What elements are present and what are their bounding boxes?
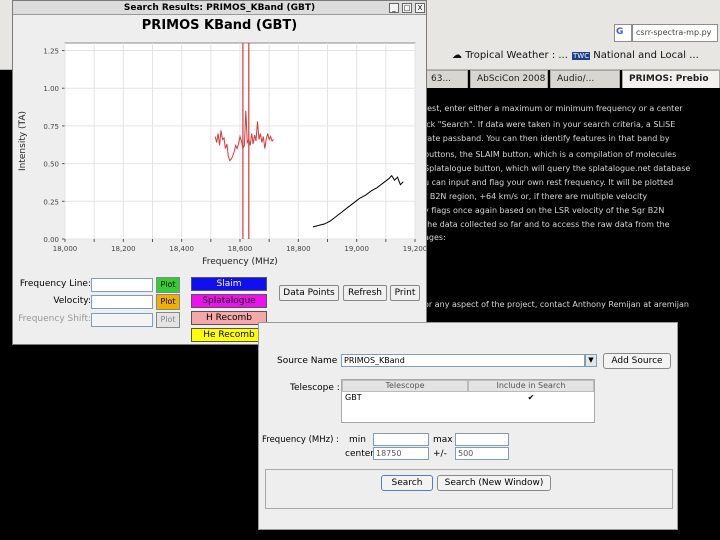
doc-text-line: rest, enter either a maximum or minimum … xyxy=(424,104,683,113)
plus-minus-label: +/- xyxy=(433,449,447,459)
frequency-label: Frequency (MHz) : xyxy=(262,435,339,445)
range-input[interactable]: 500 xyxy=(455,447,509,460)
doc-text-line: ages: xyxy=(424,233,446,242)
x-tick-label: 19,200 xyxy=(403,245,426,253)
max-label: max xyxy=(433,435,453,445)
table-cell-telescope[interactable]: GBT xyxy=(342,392,468,404)
x-tick-label: 18,200 xyxy=(111,245,136,253)
data-points-button[interactable]: Data Points xyxy=(279,285,339,301)
velocity-input[interactable] xyxy=(91,295,153,309)
doc-text-line: ick "Search". If data were taken in your… xyxy=(424,120,676,129)
x-axis-label: Frequency (MHz) xyxy=(202,257,278,267)
min-label: min xyxy=(349,435,366,445)
center-frequency-input[interactable]: 18750 xyxy=(373,447,429,460)
search-engine-icon[interactable]: G xyxy=(614,24,632,42)
y-tick-label: 0.75 xyxy=(43,123,59,131)
doc-text-line: rate passband. You can then identify fea… xyxy=(424,134,670,143)
browser-tab-primos[interactable]: PRIMOS: Prebio xyxy=(622,70,720,88)
search-new-window-button[interactable]: Search (New Window) xyxy=(437,475,551,491)
doc-text-line: Splatalogue button, which will query the… xyxy=(424,164,691,173)
chart-title: PRIMOS KBand (GBT) xyxy=(141,18,298,33)
velocity-label: Velocity: xyxy=(53,296,91,306)
plot-frequency-button[interactable]: Plot xyxy=(156,277,180,293)
doc-text-line: r B2N region, +64 km/s or, if there are … xyxy=(424,192,648,201)
y-tick-label: 0.50 xyxy=(43,161,59,169)
splatalogue-button[interactable]: Splatalogue xyxy=(191,294,267,308)
max-frequency-input[interactable] xyxy=(455,433,509,446)
frequency-line-label: Frequency Line: xyxy=(19,279,91,289)
twc-icon: TWC xyxy=(572,52,591,60)
refresh-button[interactable]: Refresh xyxy=(343,285,387,301)
x-tick-label: 18,800 xyxy=(286,245,311,253)
browser-tab-3[interactable]: Audio/... xyxy=(550,70,620,88)
x-tick-label: 18,000 xyxy=(53,245,78,253)
close-button[interactable]: X xyxy=(415,3,425,13)
y-tick-label: 1.25 xyxy=(43,48,59,56)
bookmark-national-local[interactable]: TWC National and Local ... xyxy=(572,50,699,61)
y-tick-label: 1.00 xyxy=(43,85,59,93)
search-button[interactable]: Search xyxy=(381,475,433,491)
he-recomb-button[interactable]: He Recomb xyxy=(191,328,267,342)
search-results-window: Search Results: PRIMOS_KBand (GBT) _ □ X… xyxy=(12,0,427,345)
doc-text-line: y flags once again based on the LSR velo… xyxy=(424,206,665,215)
doc-text-line: buttons, the SLAIM button, which is a co… xyxy=(424,150,677,159)
browser-tab-2[interactable]: AbSciCon 2008 xyxy=(470,70,548,88)
bookmark-icon: ☁ xyxy=(452,50,466,61)
telescope-label: Telescope : xyxy=(290,383,340,393)
plot-shift-button[interactable]: Plot xyxy=(156,312,180,328)
doc-text-line: or any aspect of the project, contact An… xyxy=(424,300,689,309)
frequency-shift-input[interactable] xyxy=(91,313,153,327)
y-tick-label: 0.00 xyxy=(43,236,59,244)
x-tick-label: 18,400 xyxy=(169,245,194,253)
bookmark-tropical-weather[interactable]: ☁ Tropical Weather : ... xyxy=(452,50,568,61)
source-name-select[interactable]: PRIMOS_KBand xyxy=(341,354,585,367)
h-recomb-button[interactable]: H Recomb xyxy=(191,311,267,325)
source-name-label: Source Name : xyxy=(277,356,344,366)
plot-velocity-button[interactable]: Plot xyxy=(156,294,180,310)
doc-text-line: the data collected so far and to access … xyxy=(424,220,670,229)
chevron-down-icon[interactable]: ▼ xyxy=(585,354,597,367)
y-tick-label: 0.25 xyxy=(43,198,59,206)
search-panel: Source Name : PRIMOS_KBand ▼ Add Source … xyxy=(258,322,678,530)
min-frequency-input[interactable] xyxy=(373,433,429,446)
print-button[interactable]: Print xyxy=(390,285,420,301)
x-tick-label: 19,000 xyxy=(344,245,369,253)
search-bar[interactable]: csrr-spectra-mp.py xyxy=(632,24,718,42)
maximize-button[interactable]: □ xyxy=(402,3,412,13)
spectrum-plot[interactable]: 0.00 0.25 0.50 0.75 1.00 1.25 18,000 18,200 18,4… xyxy=(13,35,426,271)
table-header-include: Include in Search xyxy=(468,380,594,392)
frequency-line-input[interactable] xyxy=(91,278,153,292)
browser-tab-1[interactable]: 63... xyxy=(424,70,468,88)
table-header-telescope: Telescope xyxy=(342,380,468,392)
slaim-button[interactable]: Slaim xyxy=(191,277,267,291)
frequency-shift-label: Frequency Shift: xyxy=(18,314,91,324)
include-checkbox[interactable]: ✔ xyxy=(468,392,594,404)
center-label: center xyxy=(345,449,374,459)
y-axis-label: Intensity (TA) xyxy=(18,111,28,171)
add-source-button[interactable]: Add Source xyxy=(603,353,671,369)
window-title: Search Results: PRIMOS_KBand (GBT) xyxy=(13,1,426,15)
telescope-table: Telescope Include in Search GBT ✔ xyxy=(341,379,595,423)
x-tick-label: 18,600 xyxy=(228,245,253,253)
minimize-button[interactable]: _ xyxy=(389,3,399,13)
doc-text-line: u can input and flag your own rest frequ… xyxy=(424,178,674,187)
